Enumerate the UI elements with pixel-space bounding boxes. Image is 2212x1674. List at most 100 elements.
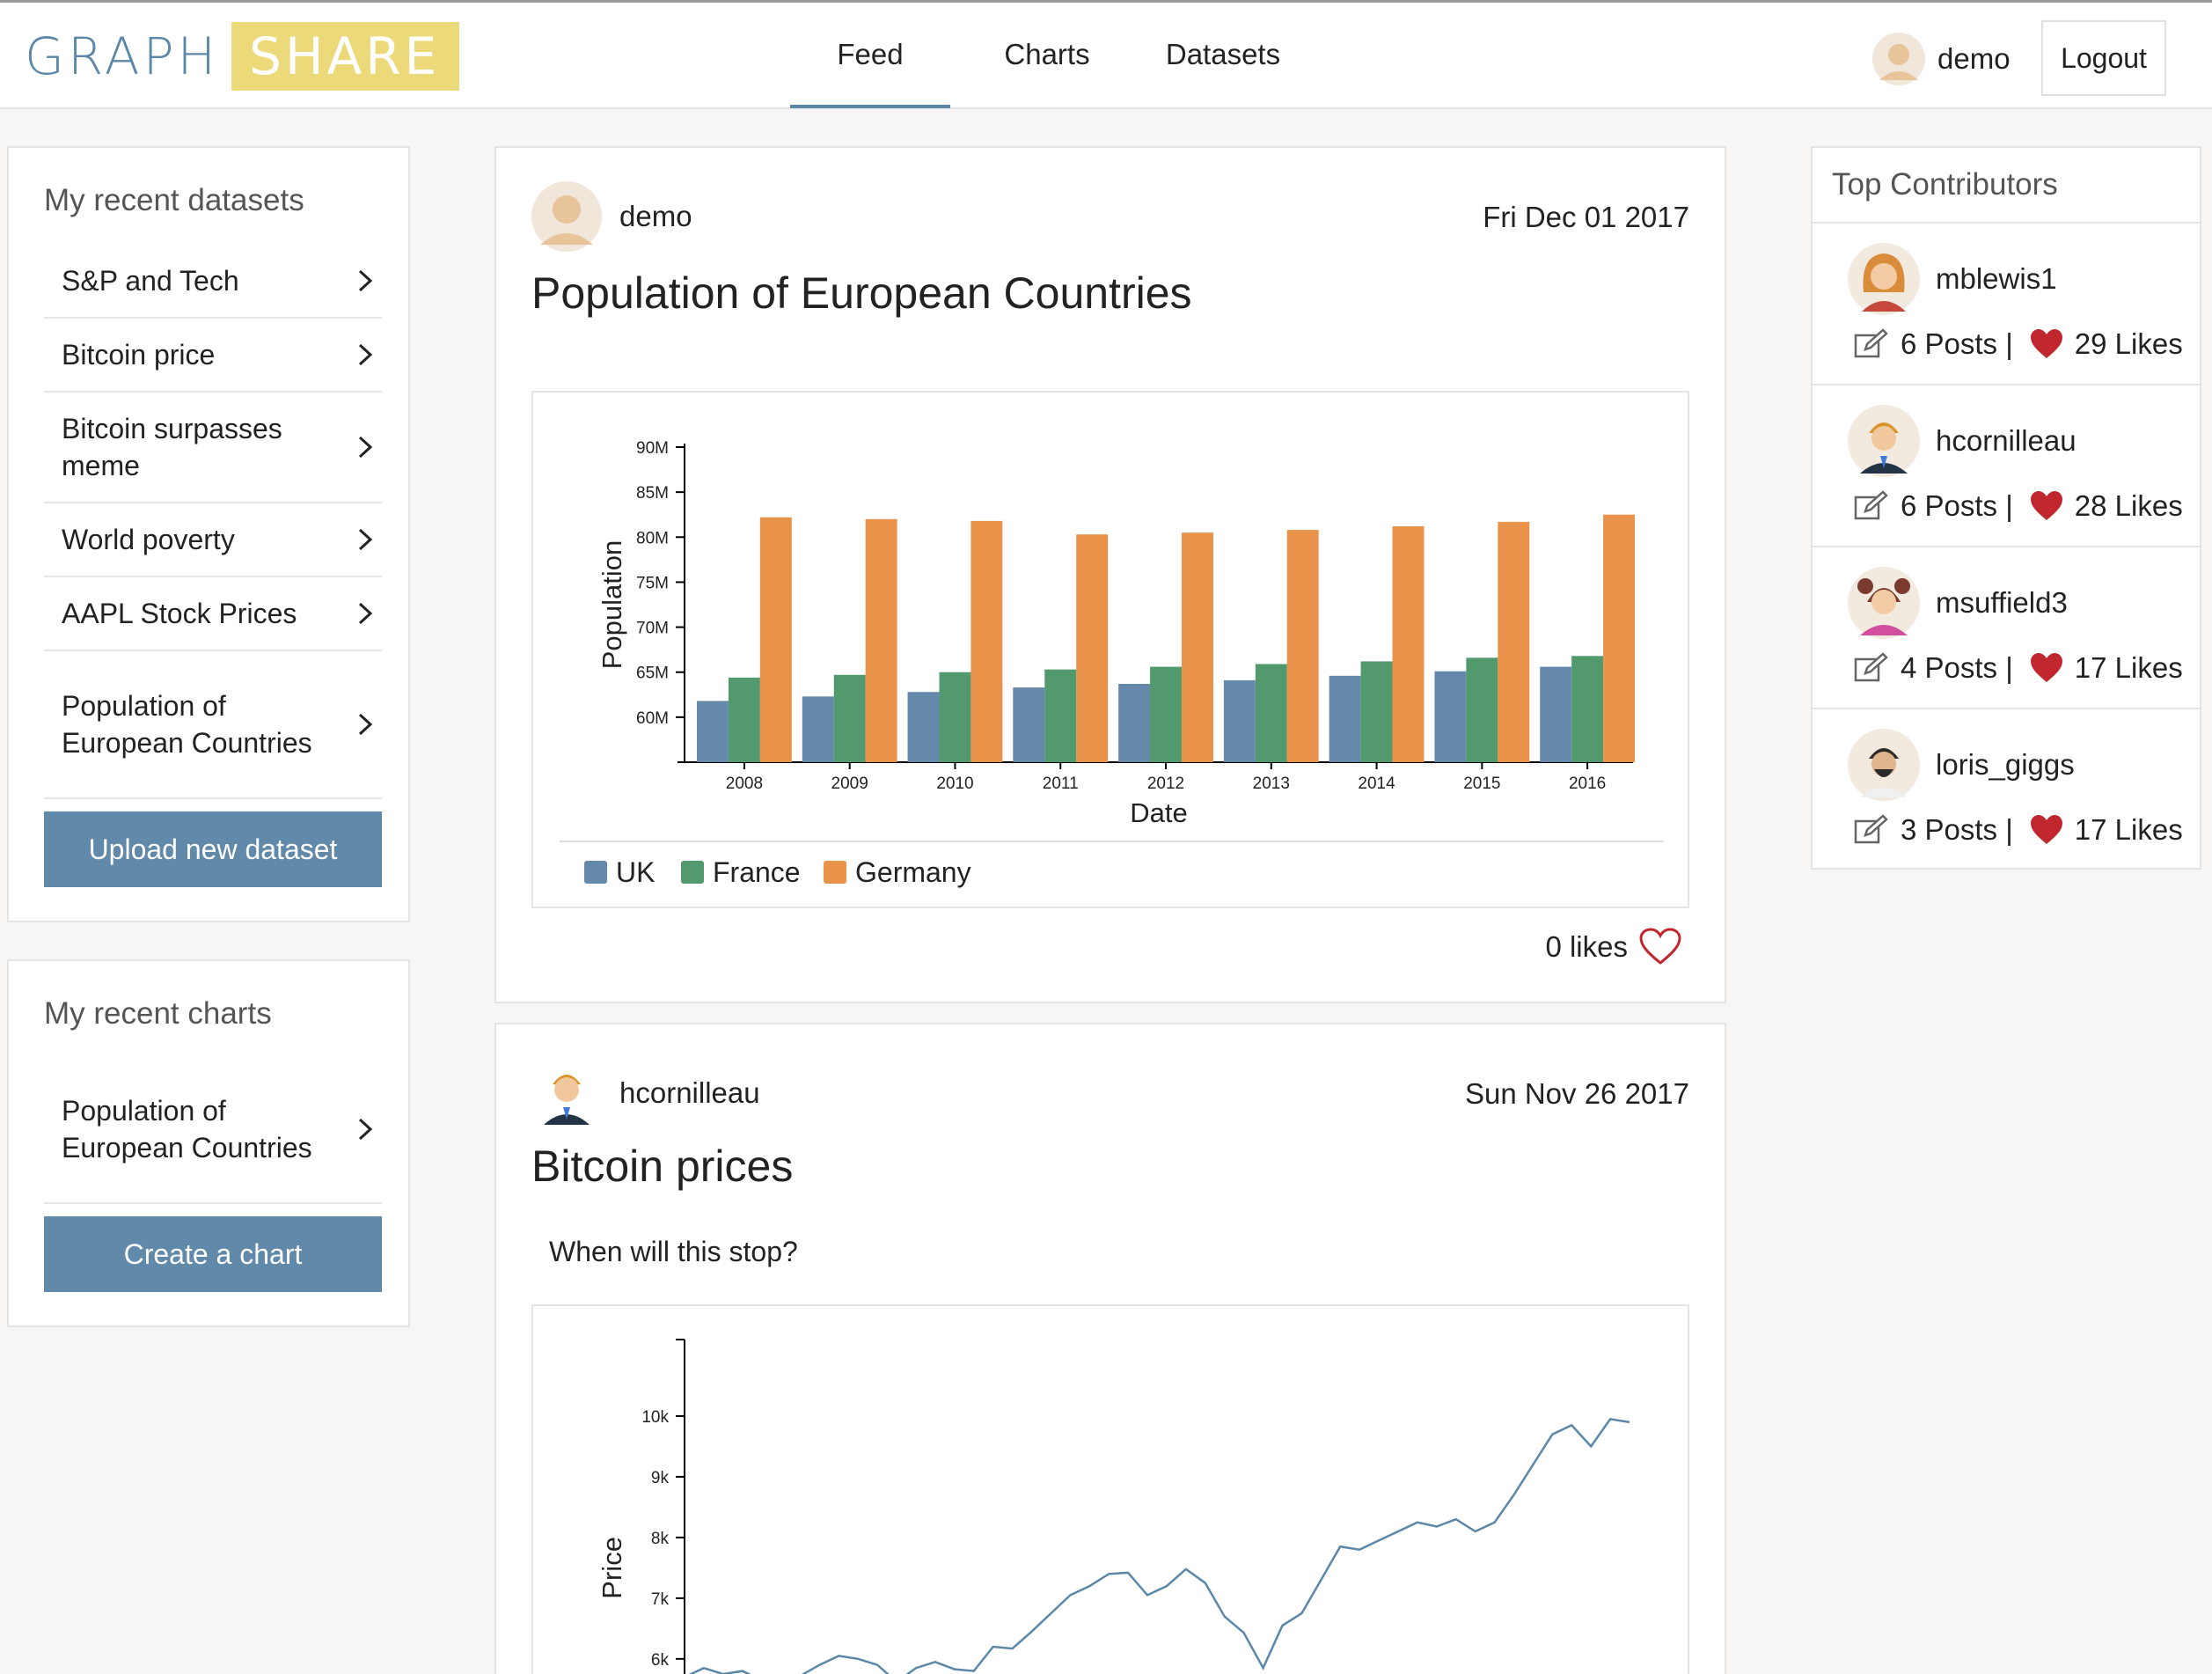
contributor-name: mblewis1	[1936, 262, 2057, 295]
contributor-stats: 3 Posts | 17 Likes	[1853, 813, 2183, 847]
contributor-stats: 6 Posts | 28 Likes	[1853, 489, 2183, 523]
contributor-item[interactable]: mblewis1 6 Posts | 29 Likes	[1813, 222, 2200, 384]
y-tick-label: 80M	[636, 529, 669, 547]
bar-germany-2013	[1286, 530, 1319, 762]
tab-feed[interactable]: Feed	[790, 38, 950, 108]
dataset-item-bitcoin-meme[interactable]: Bitcoin surpasses meme	[44, 393, 382, 503]
post-title: Population of European Countries	[531, 268, 1192, 318]
bar-uk-2015	[1434, 671, 1467, 762]
username: demo	[1937, 42, 2011, 75]
x-tick-label: 2013	[1253, 775, 1290, 793]
bar-uk-2008	[697, 701, 729, 762]
chevron-right-icon	[358, 343, 373, 366]
bar-france-2011	[1044, 669, 1077, 762]
tab-datasets[interactable]: Datasets	[1161, 38, 1285, 108]
top-navbar: GRAPH SHARE Feed Charts Datasets demo Lo…	[0, 0, 2212, 109]
x-tick-label: 2016	[1569, 775, 1606, 793]
contributor-posts: 6 Posts |	[1901, 327, 2013, 360]
avatar[interactable]	[531, 181, 602, 252]
contributor-posts: 6 Posts |	[1901, 489, 2013, 522]
population-bar-chart: 60M 65M 70M 75M 80M 85M 90M 2008 2009 2010 2011 201…	[560, 439, 1663, 888]
panel-title: My recent datasets	[44, 183, 304, 217]
user-menu[interactable]: demo	[1872, 33, 2011, 85]
dataset-item-label: S&P and Tech	[62, 265, 239, 297]
recent-charts-panel: My recent charts Population of European …	[7, 959, 410, 1327]
population-chart: 60M 65M 70M 75M 80M 85M 90M 2008 2009 2010 2011 201…	[531, 391, 1689, 908]
post-author[interactable]: demo	[619, 200, 692, 233]
avatar	[1848, 729, 1920, 801]
top-contributors-panel: Top Contributors mblewis1 6 Posts | 29 L…	[1811, 146, 2201, 870]
y-tick-label: 8k	[651, 1530, 670, 1548]
bar-germany-2011	[1076, 534, 1109, 762]
chart-legend: UK France Germany	[584, 856, 971, 888]
contributor-name: msuffield3	[1936, 586, 2068, 619]
post-header: demo	[531, 181, 692, 252]
post-card: demo Fri Dec 01 2017 Population of Europ…	[494, 146, 1726, 1003]
avatar	[1848, 405, 1920, 477]
series-line-price	[688, 1418, 1630, 1674]
graphshare-logo[interactable]: GRAPH SHARE	[25, 22, 460, 91]
y-tick-label: 75M	[636, 574, 669, 592]
edit-icon	[1854, 652, 1888, 682]
bar-france-2008	[728, 677, 760, 762]
heart-icon	[2030, 815, 2062, 844]
tab-charts[interactable]: Charts	[985, 38, 1109, 108]
logout-button[interactable]: Logout	[2041, 20, 2166, 96]
dataset-item-label: Population of European Countries	[62, 690, 312, 759]
chart-item-label: Population of European Countries	[62, 1095, 312, 1164]
dataset-item-world-poverty[interactable]: World poverty	[44, 503, 382, 577]
bar-uk-2016	[1540, 666, 1572, 762]
edit-icon	[1854, 490, 1888, 520]
avatar	[1848, 567, 1920, 639]
dataset-item-bitcoin-price[interactable]: Bitcoin price	[44, 319, 382, 393]
like-control[interactable]: 0 likes	[1545, 928, 1682, 966]
contributor-item[interactable]: msuffield3 4 Posts | 17 Likes	[1813, 546, 2200, 708]
chevron-right-icon	[358, 436, 373, 459]
y-tick-label: 7k	[651, 1590, 670, 1609]
contributor-stats: 4 Posts | 17 Likes	[1853, 651, 2183, 685]
bar-france-2016	[1571, 656, 1604, 762]
x-tick-label: 2014	[1358, 775, 1395, 793]
bar-germany-2009	[865, 518, 897, 762]
bitcoin-chart: 6k 7k 8k 9k 10k Price	[531, 1304, 1689, 1674]
contributor-likes: 17 Likes	[2074, 651, 2183, 684]
edit-icon	[1854, 814, 1888, 844]
bar-uk-2012	[1118, 684, 1151, 762]
bar-france-2010	[939, 672, 971, 762]
legend-swatch-france	[681, 861, 704, 884]
contributor-item[interactable]: hcornilleau 6 Posts | 28 Likes	[1813, 384, 2200, 546]
avatar[interactable]	[531, 1058, 602, 1128]
y-axis-title: Population	[597, 540, 627, 670]
recent-datasets-panel: My recent datasets S&P and Tech Bitcoin …	[7, 146, 410, 922]
dataset-item-aapl[interactable]: AAPL Stock Prices	[44, 577, 382, 651]
legend-label-uk: UK	[616, 856, 655, 888]
contributor-posts: 3 Posts |	[1901, 813, 2013, 846]
post-date: Fri Dec 01 2017	[1483, 201, 1689, 233]
chart-item-population[interactable]: Population of European Countries	[44, 1056, 382, 1204]
panel-title: My recent charts	[44, 996, 272, 1031]
logo-word-share: SHARE	[231, 22, 460, 91]
post-title: Bitcoin prices	[531, 1142, 794, 1191]
heart-outline-icon[interactable]	[1638, 928, 1682, 966]
bar-germany-2016	[1603, 514, 1636, 762]
x-tick-label: 2008	[726, 775, 763, 793]
bar-uk-2010	[907, 692, 940, 762]
dataset-item-label: Bitcoin price	[62, 339, 216, 371]
chevron-right-icon	[358, 602, 373, 625]
contributor-item[interactable]: loris_giggs 3 Posts | 17 Likes	[1813, 708, 2200, 870]
dataset-item-population[interactable]: Population of European Countries	[44, 651, 382, 799]
create-chart-button[interactable]: Create a chart	[44, 1216, 382, 1292]
bar-uk-2014	[1329, 675, 1361, 762]
dataset-item-sp-tech[interactable]: S&P and Tech	[44, 245, 382, 319]
bar-germany-2012	[1181, 532, 1213, 762]
bar-france-2015	[1466, 657, 1498, 762]
upload-dataset-button[interactable]: Upload new dataset	[44, 811, 382, 887]
bar-germany-2010	[970, 520, 1003, 762]
edit-icon	[1854, 328, 1888, 358]
post-description: When will this stop?	[549, 1236, 798, 1267]
bar-germany-2015	[1498, 521, 1530, 762]
dataset-item-label: AAPL Stock Prices	[62, 598, 297, 629]
avatar	[1848, 243, 1920, 315]
bar-uk-2013	[1223, 679, 1256, 762]
post-author[interactable]: hcornilleau	[619, 1076, 760, 1110]
